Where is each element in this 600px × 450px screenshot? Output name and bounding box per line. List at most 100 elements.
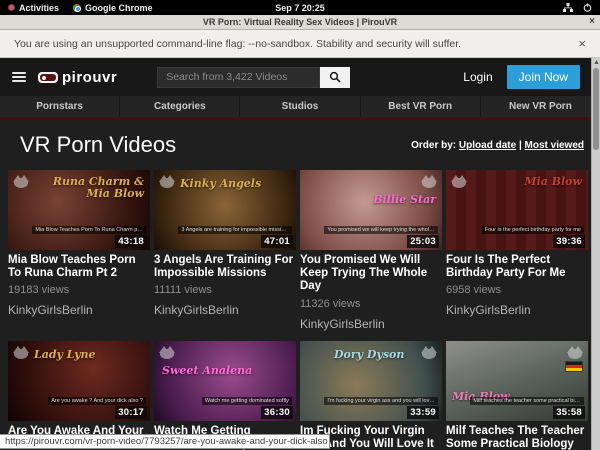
scroll-up-arrow-icon[interactable]: ▲ (593, 59, 600, 67)
video-card[interactable]: Billie Star You promised we will keep tr… (300, 170, 442, 331)
studio-cat-logo-icon (159, 346, 175, 359)
activities-label: Activities (19, 3, 59, 13)
studio-cat-logo-icon (421, 175, 437, 188)
video-thumbnail[interactable]: Billie Star You promised we will keep tr… (300, 170, 442, 250)
main-nav: Pornstars Categories Studios Best VR Por… (0, 96, 600, 119)
studio-link[interactable]: KinkyGirlsBerlin (300, 317, 442, 331)
site-logo[interactable]: pirouvr (38, 69, 117, 86)
window-close-icon[interactable]: × (589, 16, 595, 27)
window-title: VR Porn: Virtual Reality Sex Videos | Pi… (203, 17, 397, 27)
duration-badge: 33:59 (407, 406, 439, 419)
thumbnail-caption: You promised we will keep trying the who… (324, 226, 438, 234)
studio-cat-logo-icon (567, 346, 583, 359)
page-title: VR Porn Videos (20, 132, 176, 158)
video-grid: Runa Charm & Mia Blow Mia Blow Teaches P… (0, 168, 600, 450)
join-now-button[interactable]: Join Now (507, 65, 580, 89)
video-card[interactable]: Mia Blow Four is the perfect birthday pa… (446, 170, 588, 331)
studio-link[interactable]: KinkyGirlsBerlin (8, 303, 150, 317)
video-card[interactable]: Kinky Angels 3 Angels are training for i… (154, 170, 296, 331)
search-button[interactable] (320, 67, 350, 88)
order-upload-date-link[interactable]: Upload date (459, 140, 516, 151)
nav-item-new-vr-porn[interactable]: New VR Porn (481, 96, 600, 117)
studio-cat-logo-icon (13, 346, 29, 359)
scrollbar-thumb[interactable] (593, 68, 599, 150)
nav-item-pornstars[interactable]: Pornstars (0, 96, 120, 117)
video-card[interactable]: Mia Blow Milf teaches the teacher some p… (446, 341, 588, 450)
duration-badge: 36:30 (261, 406, 293, 419)
login-link[interactable]: Login (463, 70, 492, 84)
duration-badge: 25:03 (407, 235, 439, 248)
search-icon (329, 71, 341, 83)
video-title[interactable]: Mia Blow Teaches Porn To Runa Charm Pt 2 (8, 254, 150, 280)
site-header: pirouvr Login Join Now (0, 58, 600, 96)
site-logo-text: pirouvr (62, 69, 117, 86)
page-viewport: pirouvr Login Join Now Pornstars Categor… (0, 58, 600, 450)
video-thumbnail[interactable]: Kinky Angels 3 Angels are training for i… (154, 170, 296, 250)
infobar-close-icon[interactable]: × (578, 36, 586, 51)
nav-item-best-vr-porn[interactable]: Best VR Porn (361, 96, 481, 117)
video-thumbnail[interactable]: Runa Charm & Mia Blow Mia Blow Teaches P… (8, 170, 150, 250)
power-status-icon[interactable] (583, 3, 592, 12)
thumbnail-caption: Milf teaches the teacher some practical … (470, 397, 584, 405)
vr-goggles-icon (38, 72, 58, 83)
thumbnail-caption: Mia Blow Teaches Porn To Runa Charm pt. … (32, 226, 146, 234)
video-thumbnail[interactable]: Mia Blow Four is the perfect birthday pa… (446, 170, 588, 250)
video-card[interactable]: Runa Charm & Mia Blow Mia Blow Teaches P… (8, 170, 150, 331)
video-thumbnail[interactable]: Dory Dyson I'm fucking your virgin ass a… (300, 341, 442, 421)
app-menu-label: Google Chrome (85, 3, 153, 13)
thumbnail-overlay-text: Lady Lyne (34, 349, 96, 361)
hamburger-menu-icon[interactable] (12, 72, 26, 82)
video-title[interactable]: Milf Teaches The Teacher Some Practical … (446, 425, 588, 450)
duration-badge: 43:18 (115, 235, 147, 248)
thumbnail-overlay-text: Mia Blow (524, 176, 582, 188)
thumbnail-caption: 3 Angels are training for impossible mis… (178, 226, 292, 234)
network-tray-icon[interactable] (563, 3, 573, 12)
video-views: 19183 views (8, 284, 150, 296)
screen-record-indicator-icon (8, 4, 15, 11)
chrome-icon (73, 4, 81, 12)
video-thumbnail[interactable]: Sweet Analena Watch me getting dominated… (154, 341, 296, 421)
duration-badge: 39:36 (553, 235, 585, 248)
studio-cat-logo-icon (13, 175, 29, 188)
thumbnail-caption: Are you awake ? And your dick also ? (48, 397, 146, 405)
duration-badge: 35:58 (553, 406, 585, 419)
thumbnail-caption: Watch me getting dominated softly (202, 397, 292, 405)
german-flag-icon (565, 361, 583, 372)
video-views: 11326 views (300, 298, 442, 310)
thumbnail-overlay-text: Runa Charm & Mia Blow (45, 176, 144, 199)
clock[interactable]: Sep 7 20:25 (275, 3, 325, 13)
chrome-infobar: You are using an unsupported command-lin… (0, 30, 600, 58)
nav-item-studios[interactable]: Studios (240, 96, 360, 117)
video-title[interactable]: Four Is The Perfect Birthday Party For M… (446, 254, 588, 280)
duration-badge: 47:01 (261, 235, 293, 248)
activities-button[interactable]: Activities (8, 3, 59, 13)
order-by-controls: Order by: Upload date | Most viewed (411, 140, 584, 151)
studio-link[interactable]: KinkyGirlsBerlin (446, 303, 588, 317)
status-url-text: https://pirouvr.com/vr-porn-video/779325… (5, 436, 328, 447)
video-thumbnail[interactable]: Mia Blow Milf teaches the teacher some p… (446, 341, 588, 421)
studio-cat-logo-icon (421, 346, 437, 359)
search-input[interactable] (157, 67, 320, 88)
duration-badge: 30:17 (115, 406, 147, 419)
video-thumbnail[interactable]: Lady Lyne Are you awake ? And your dick … (8, 341, 150, 421)
nav-item-categories[interactable]: Categories (120, 96, 240, 117)
system-top-bar: Activities Google Chrome Sep 7 20:25 (0, 0, 600, 15)
video-views: 11111 views (154, 284, 296, 296)
app-menu-google-chrome[interactable]: Google Chrome (73, 3, 153, 13)
thumbnail-overlay-text: Billie Star (373, 194, 436, 206)
infobar-message: You are using an unsupported command-lin… (14, 38, 461, 50)
order-most-viewed-link[interactable]: Most viewed (525, 140, 584, 151)
video-title[interactable]: You Promised We Will Keep Trying The Who… (300, 254, 442, 294)
thumbnail-overlay-text: Kinky Angels (180, 178, 261, 190)
status-url-bar: https://pirouvr.com/vr-porn-video/779325… (0, 434, 330, 449)
page-scrollbar[interactable]: ▲ (591, 58, 600, 450)
order-by-label: Order by: (411, 140, 456, 151)
order-separator: | (519, 140, 522, 151)
video-title[interactable]: 3 Angels Are Training For Impossible Mis… (154, 254, 296, 280)
studio-cat-logo-icon (159, 175, 175, 188)
video-views: 6958 views (446, 284, 588, 296)
studio-link[interactable]: KinkyGirlsBerlin (154, 303, 296, 317)
thumbnail-caption: Four is the perfect birthday party for m… (482, 226, 584, 234)
thumbnail-caption: I'm fucking your virgin ass and you will… (324, 397, 438, 405)
window-title-bar: VR Porn: Virtual Reality Sex Videos | Pi… (0, 15, 600, 30)
